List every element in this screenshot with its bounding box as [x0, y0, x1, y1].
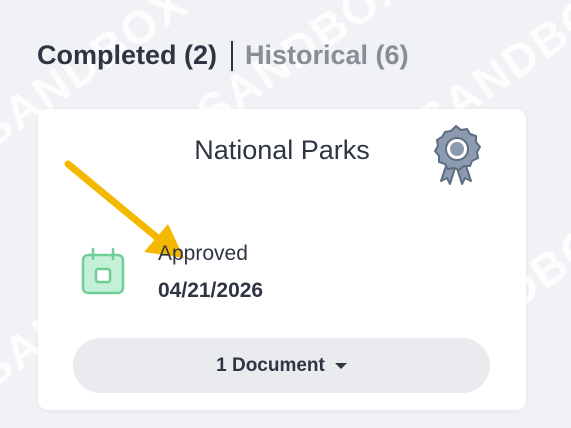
documents-button-label: 1 Document [216, 354, 325, 376]
calendar-icon [81, 247, 125, 295]
status-date: 04/21/2026 [158, 279, 264, 302]
tab-historical[interactable]: Historical (6) [245, 40, 409, 71]
status-label: Approved [158, 242, 248, 265]
tab-completed[interactable]: Completed (2) [37, 40, 217, 71]
certificate-card: National Parks Approved 04/21/2026 1 Doc… [38, 109, 526, 410]
tab-divider [231, 40, 234, 71]
documents-dropdown-button[interactable]: 1 Document [73, 338, 490, 393]
tab-bar: Completed (2) Historical (6) [37, 40, 409, 71]
caret-down-icon [334, 362, 347, 369]
award-icon [434, 125, 481, 185]
